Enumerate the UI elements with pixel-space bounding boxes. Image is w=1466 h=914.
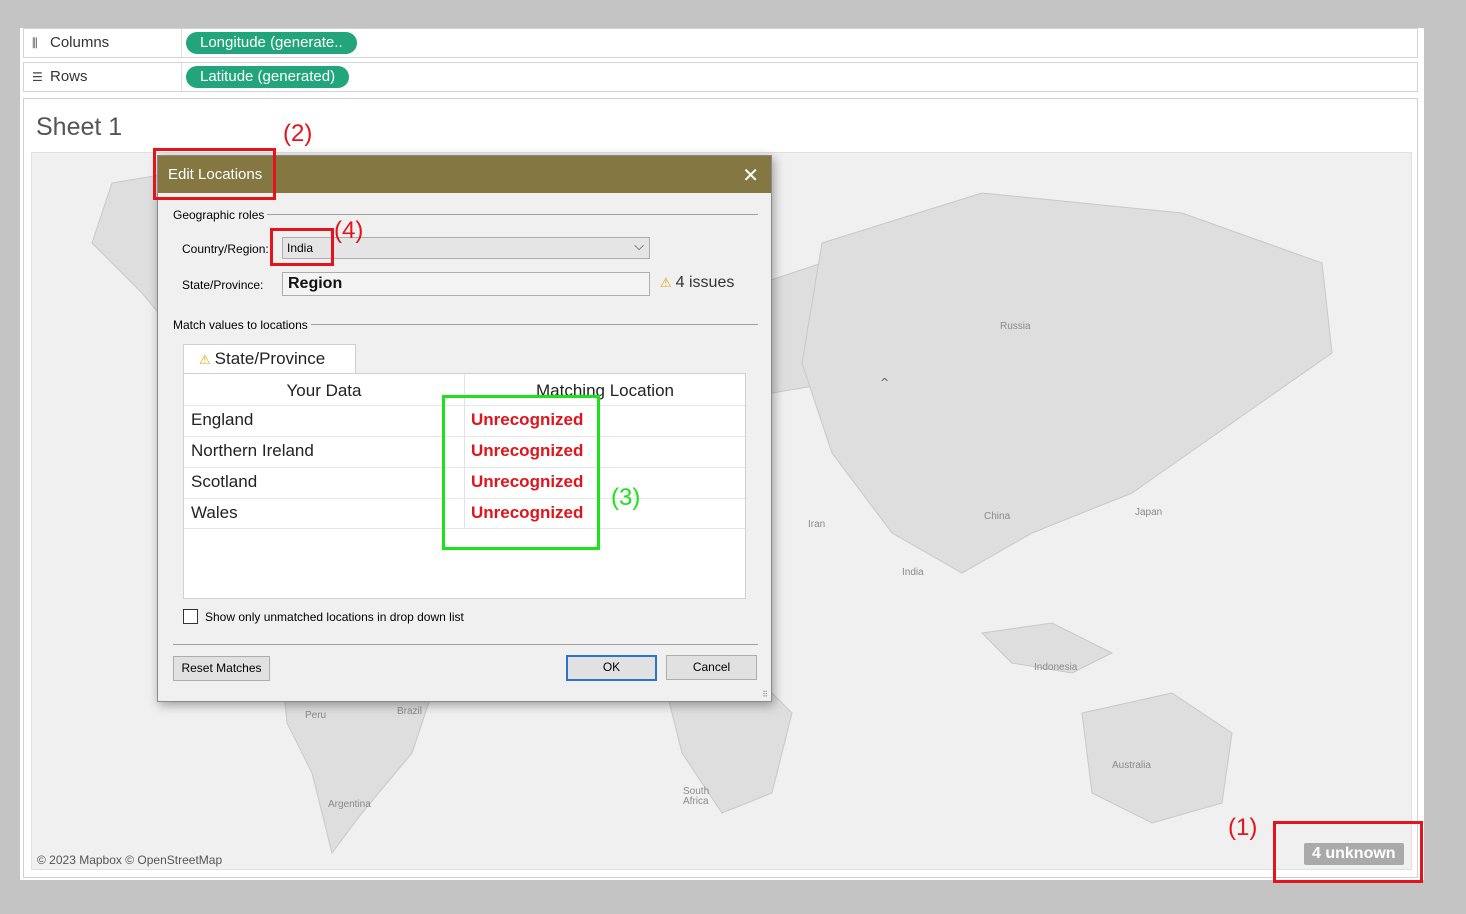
country-region-label: Country/Region: <box>182 242 269 256</box>
chevron-down-icon: ⌵ <box>634 239 644 254</box>
cell-your-data: Northern Ireland <box>191 441 314 460</box>
rows-shelf: ☰ Rows Latitude (generated) <box>23 62 1418 92</box>
annotation-label-4: (4) <box>334 217 364 244</box>
issues-link[interactable]: ⚠ 4 issues <box>660 274 734 292</box>
resize-grip-icon[interactable]: ⠿ <box>762 690 768 699</box>
state-province-label: State/Province: <box>182 278 264 292</box>
geographic-roles-label: Geographic roles <box>173 208 268 222</box>
reset-matches-button[interactable]: Reset Matches <box>173 656 270 681</box>
columns-icon: ⫼ <box>32 36 38 50</box>
annotation-label-1: (1) <box>1228 814 1258 841</box>
annotation-box-3 <box>442 395 600 550</box>
header-your-data[interactable]: Your Data <box>184 374 464 405</box>
cell-your-data: Wales <box>191 503 238 522</box>
cell-your-data: Scotland <box>191 472 258 491</box>
ok-button[interactable]: OK <box>566 655 657 681</box>
columns-shelf-label: ⫼ Columns <box>24 29 182 57</box>
close-icon[interactable]: ✕ <box>742 163 759 187</box>
annotation-box-2 <box>153 148 276 200</box>
cell-your-data: England <box>191 410 254 429</box>
map-label-argentina: Argentina <box>328 799 371 810</box>
longitude-pill[interactable]: Longitude (generate.. <box>186 32 357 54</box>
sheet-title: Sheet 1 <box>36 113 123 141</box>
map-label-china: China <box>984 511 1011 522</box>
annotation-label-3: (3) <box>611 484 641 511</box>
map-label-japan: Japan <box>1135 507 1163 518</box>
unmatched-only-checkbox[interactable] <box>183 609 198 624</box>
map-land-australia <box>1081 692 1233 824</box>
map-label-india: India <box>902 567 924 578</box>
map-label-brazil: Brazil <box>397 706 423 717</box>
rows-icon: ☰ <box>32 70 43 84</box>
map-attribution[interactable]: © 2023 Mapbox © OpenStreetMap <box>37 853 222 867</box>
latitude-pill[interactable]: Latitude (generated) <box>186 66 350 88</box>
annotation-label-2: (2) <box>283 120 313 147</box>
tab-state-province[interactable]: ⚠ State/Province <box>183 344 356 374</box>
warning-icon: ⚠ <box>199 353 211 368</box>
map-label-indonesia: Indonesia <box>1034 662 1078 673</box>
sort-caret-icon: ^ <box>880 376 890 389</box>
footer-divider <box>173 644 758 645</box>
cancel-button[interactable]: Cancel <box>666 655 757 680</box>
state-province-field[interactable]: Region <box>282 272 650 296</box>
map-label-iran: Iran <box>808 519 826 530</box>
map-label-australia: Australia <box>1112 760 1151 771</box>
annotation-box-4 <box>270 228 334 266</box>
unmatched-only-label[interactable]: Show only unmatched locations in drop do… <box>205 610 464 624</box>
columns-shelf: ⫼ Columns Longitude (generate.. <box>23 28 1418 58</box>
map-label-south-africa: South Africa <box>683 786 710 807</box>
map-label-peru: Peru <box>305 710 327 721</box>
annotation-box-1 <box>1273 821 1423 883</box>
warning-icon: ⚠ <box>660 276 672 291</box>
rows-shelf-label: ☰ Rows <box>24 63 182 91</box>
map-label-russia: Russia <box>1000 321 1031 332</box>
match-values-label: Match values to locations <box>173 318 311 332</box>
